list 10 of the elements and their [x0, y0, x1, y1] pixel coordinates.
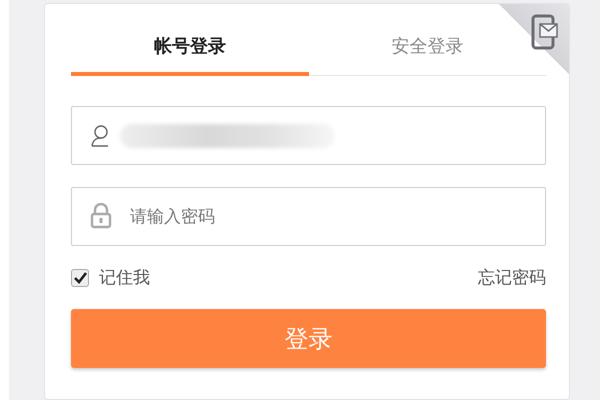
forgot-password-link[interactable]: 忘记密码 — [478, 266, 546, 289]
lock-icon — [90, 203, 112, 229]
login-tab[interactable]: 帐号登录 — [71, 28, 308, 76]
login-tab[interactable]: 安全登录 — [308, 28, 546, 76]
username-field[interactable] — [71, 106, 546, 165]
mobile-message-icon[interactable] — [531, 14, 559, 50]
user-icon — [90, 124, 110, 148]
remember-label: 记住我 — [99, 267, 150, 289]
remember-checkbox[interactable] — [71, 268, 89, 286]
password-field[interactable]: 请输入密码 — [71, 187, 546, 246]
